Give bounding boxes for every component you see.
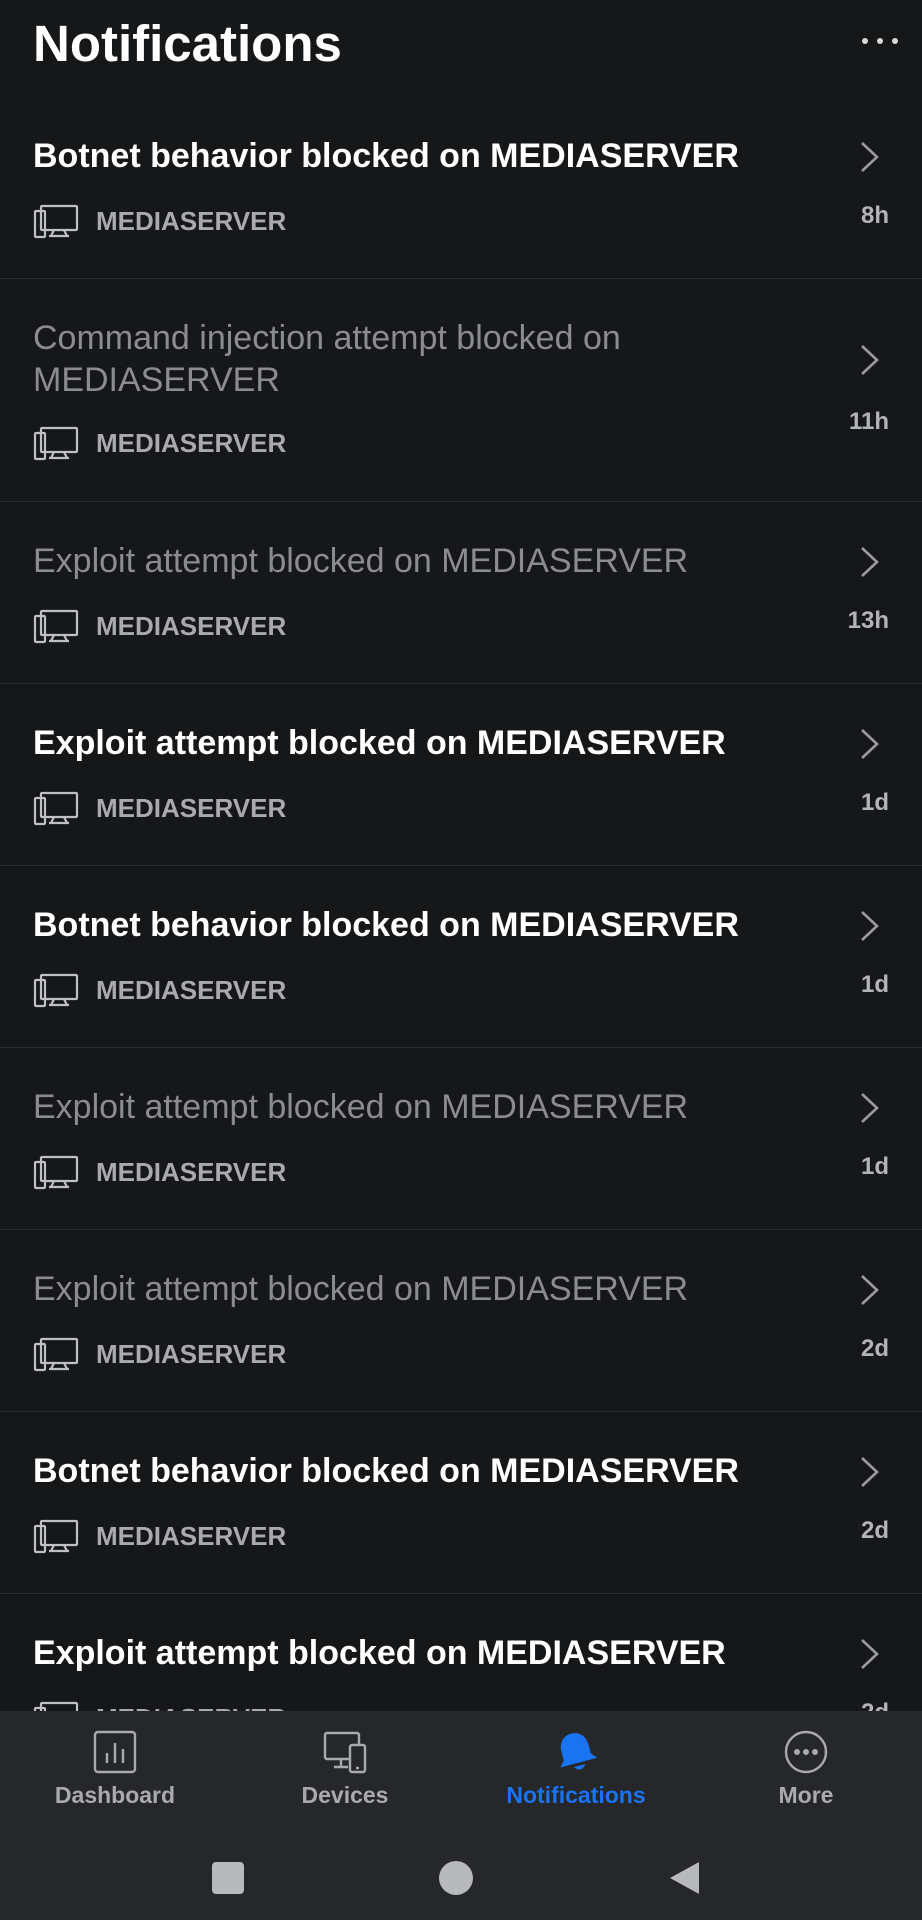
device-icon — [33, 426, 79, 461]
home-circle-icon[interactable] — [436, 1858, 476, 1898]
tab-dashboard[interactable]: Dashboard — [0, 1711, 230, 1836]
device-icon — [33, 609, 79, 644]
notification-title: Exploit attempt blocked on MEDIASERVER — [33, 1088, 689, 1126]
device-icon — [33, 1155, 79, 1190]
notification-device: MEDIASERVER — [33, 790, 286, 826]
device-icon — [33, 791, 79, 826]
notification-title: Exploit attempt blocked on MEDIASERVER — [33, 1270, 689, 1308]
recents-square-icon[interactable] — [208, 1858, 248, 1898]
notification-device: MEDIASERVER — [33, 425, 286, 461]
devices-icon — [323, 1731, 367, 1774]
bar-chart-icon — [93, 1730, 137, 1774]
notification-title: Botnet behavior blocked on MEDIASERVER — [33, 137, 739, 175]
chevron-right-icon — [861, 1275, 879, 1305]
device-name: MEDIASERVER — [96, 793, 287, 823]
device-name: MEDIASERVER — [96, 1157, 287, 1187]
tab-label: Devices — [301, 1782, 389, 1808]
notification-item[interactable]: Exploit attempt blocked on MEDIASERVER M… — [0, 1048, 922, 1230]
notification-title: Exploit attempt blocked on MEDIASERVER — [33, 724, 726, 762]
tab-devices[interactable]: Devices — [230, 1711, 460, 1836]
notification-device: MEDIASERVER — [33, 1518, 286, 1554]
device-name: MEDIASERVER — [96, 975, 287, 1005]
notification-item[interactable]: Exploit attempt blocked on MEDIASERVER M… — [0, 684, 922, 866]
notification-title: Command injection attempt blocked on MED… — [33, 319, 621, 399]
page-title: Notifications — [33, 15, 342, 72]
notification-time: 2d — [860, 1335, 889, 1362]
notification-device: MEDIASERVER — [33, 1154, 286, 1190]
notification-title: Botnet behavior blocked on MEDIASERVER — [33, 1452, 739, 1490]
more-circle-icon — [784, 1730, 828, 1774]
chevron-right-icon — [861, 345, 879, 375]
device-name: MEDIASERVER — [96, 611, 287, 641]
back-triangle-icon[interactable] — [665, 1858, 705, 1898]
tab-label: More — [778, 1782, 834, 1808]
notification-time: 13h — [847, 607, 889, 634]
notification-title: Botnet behavior blocked on MEDIASERVER — [33, 906, 739, 944]
notification-time: 2d — [860, 1517, 889, 1544]
notification-time: 1d — [860, 789, 889, 816]
tab-label: Dashboard — [54, 1782, 176, 1808]
device-icon — [33, 204, 79, 239]
device-name: MEDIASERVER — [96, 1700, 286, 1711]
notification-list: Botnet behavior blocked on MEDIASERVER M… — [0, 97, 922, 1711]
device-name: MEDIASERVER — [96, 1339, 287, 1369]
chevron-right-icon — [861, 729, 879, 759]
notification-time: 11h — [848, 408, 889, 435]
notification-device: MEDIASERVER — [33, 203, 286, 239]
tab-more[interactable]: More — [691, 1711, 921, 1836]
notification-title: Exploit attempt blocked on MEDIASERVER — [33, 1634, 726, 1672]
device-icon — [33, 1701, 79, 1711]
chevron-right-icon — [861, 1457, 879, 1487]
notification-item[interactable]: Exploit attempt blocked on MEDIASERVER M… — [0, 1230, 922, 1412]
device-name: MEDIASERVER — [96, 1521, 287, 1551]
notification-device: MEDIASERVER — [33, 1700, 286, 1711]
notification-device: MEDIASERVER — [33, 972, 286, 1008]
chevron-right-icon — [861, 1639, 879, 1669]
notification-item[interactable]: Exploit attempt blocked on MEDIASERVER M… — [0, 1594, 922, 1711]
device-icon — [33, 973, 79, 1008]
notification-time: 8h — [860, 202, 889, 229]
bell-icon — [560, 1733, 598, 1770]
notification-time: 1d — [860, 1153, 889, 1180]
notification-time: 1d — [860, 971, 889, 998]
notification-item[interactable]: Botnet behavior blocked on MEDIASERVER M… — [0, 97, 922, 279]
device-name: MEDIASERVER — [96, 206, 287, 236]
more-horizontal-icon[interactable] — [860, 26, 900, 56]
device-name: MEDIASERVER — [96, 428, 287, 458]
notification-item[interactable]: Botnet behavior blocked on MEDIASERVER M… — [0, 866, 922, 1048]
bottom-navigation: Dashboard Devices Notifications More — [0, 1711, 922, 1836]
device-icon — [33, 1519, 79, 1554]
tab-label: Notifications — [506, 1782, 646, 1808]
device-icon — [33, 1337, 79, 1372]
notification-item[interactable]: Botnet behavior blocked on MEDIASERVER M… — [0, 1412, 922, 1594]
notification-item[interactable]: Command injection attempt blocked on MED… — [0, 279, 922, 502]
chevron-right-icon — [861, 911, 879, 941]
chevron-right-icon — [861, 1093, 879, 1123]
notification-device: MEDIASERVER — [33, 608, 286, 644]
notification-device: MEDIASERVER — [33, 1336, 286, 1372]
chevron-right-icon — [861, 142, 879, 172]
notification-time: 2d — [861, 1698, 889, 1711]
system-navigation-bar — [0, 1836, 922, 1920]
notification-item[interactable]: Exploit attempt blocked on MEDIASERVER M… — [0, 502, 922, 684]
notification-title: Exploit attempt blocked on MEDIASERVER — [33, 542, 689, 580]
chevron-right-icon — [861, 547, 879, 577]
header: Notifications — [0, 0, 922, 100]
tab-notifications[interactable]: Notifications — [461, 1711, 691, 1836]
